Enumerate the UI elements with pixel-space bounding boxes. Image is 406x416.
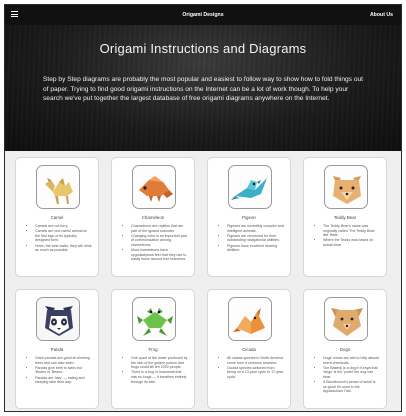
card-dogs[interactable]: Dogs Dogs' noses are wet to help absorb … — [303, 289, 387, 409]
teddy-bear-icon[interactable] — [324, 165, 368, 209]
chameleon-icon[interactable] — [132, 165, 176, 209]
hero-banner: Origami Instructions and Diagrams Step b… — [5, 25, 401, 151]
card-title: Teddy Bear — [333, 215, 357, 220]
fact-item: Most chameleons have zygodactylous feet … — [131, 248, 188, 262]
card-camel[interactable]: Camel Camels are not furry. Camels are o… — [15, 157, 99, 277]
fact-item: There is a frog in Indonesia that has no… — [131, 370, 188, 384]
card-frog[interactable]: Frog One quart of the water produced by … — [111, 289, 195, 409]
fact-item: Dogs' noses are wet to help absorb scent… — [323, 356, 380, 365]
fact-item: Pigeons are renowned for their outstandi… — [227, 234, 284, 243]
fact-item: Hmm, the best water, they will drink as … — [35, 244, 92, 253]
card-title: Chameleon — [141, 215, 165, 220]
fact-item: The Teddy Bear's name was originally cal… — [323, 224, 380, 238]
fact-item: Giant pandas are good at climbing trees … — [35, 356, 92, 365]
fact-item: Changing color is an important part of c… — [131, 234, 188, 248]
fact-item: Chameleons are reptiles that are part of… — [131, 224, 188, 233]
fact-item: Where the Teddy was based on actual bear… — [323, 238, 380, 247]
card-facts: Camels are not furry. Camels are one use… — [30, 224, 92, 253]
frog-icon[interactable] — [132, 297, 176, 341]
top-navigation-bar: Origami Designs About Us — [5, 5, 401, 25]
fact-item: Pigeons are incredibly complex and intel… — [227, 224, 284, 233]
card-title: Frog — [148, 347, 158, 352]
card-title: Camel — [50, 215, 64, 220]
site-brand[interactable]: Origami Designs — [5, 12, 401, 18]
card-chameleon[interactable]: Chameleon Chameleons are reptiles that a… — [111, 157, 195, 277]
fact-item: A Bloodhound's sense of smell is so good… — [323, 380, 380, 394]
about-us-link[interactable]: About Us — [370, 12, 393, 18]
card-facts: The Teddy Bear's name was originally cal… — [318, 224, 380, 248]
fact-item: Camels are one useful animal at the firs… — [35, 229, 92, 243]
card-title: Pigeon — [242, 215, 256, 220]
page-frame: Origami Designs About Us Origami Instruc… — [4, 4, 402, 412]
card-teddy-bear[interactable]: Teddy Bear The Teddy Bear's name was ori… — [303, 157, 387, 277]
fact-item: Pandas are 'lazy' — eating and sleeping … — [35, 376, 92, 385]
card-facts: Pigeons are incredibly complex and intel… — [222, 224, 284, 253]
card-title: Dogs — [339, 347, 351, 352]
fact-item: Camels are not furry. — [35, 224, 92, 229]
card-pigeon[interactable]: Pigeon Pigeons are incredibly complex an… — [207, 157, 291, 277]
fact-item: Cicada species switched from being on a … — [227, 366, 284, 380]
card-facts: Chameleons are reptiles that are part of… — [126, 224, 188, 263]
diagram-card-grid: Camel Camels are not furry. Camels are o… — [15, 157, 391, 409]
camel-icon[interactable] — [36, 165, 80, 209]
card-title: Cicada — [242, 347, 256, 352]
card-cicada[interactable]: Cicada All cicada species in North Ameri… — [207, 289, 291, 409]
dog-icon[interactable] — [324, 297, 368, 341]
fact-item: Pigeons have excellent hearing abilities… — [227, 244, 284, 253]
fact-item: All cicada species in North America come… — [227, 356, 284, 365]
cicada-icon[interactable] — [228, 297, 272, 341]
intro-paragraph: Step by Step diagrams are probably the m… — [43, 76, 363, 103]
page-title: Origami Instructions and Diagrams — [99, 41, 307, 56]
card-title: Panda — [50, 347, 64, 352]
panda-icon[interactable] — [36, 297, 80, 341]
card-facts: Dogs' noses are wet to help absorb scent… — [318, 356, 380, 395]
fact-item: One quart of the water produced by the s… — [131, 356, 188, 370]
fact-item: The Basenji is a dog in Kenya that 'sing… — [323, 366, 380, 380]
card-facts: All cicada species in North America come… — [222, 356, 284, 380]
pigeon-icon[interactable] — [228, 165, 272, 209]
fact-item: Pandas give birth to twins but 'Beans' i… — [35, 366, 92, 375]
card-facts: Giant pandas are good at climbing trees … — [30, 356, 92, 385]
card-facts: One quart of the water produced by the s… — [126, 356, 188, 385]
card-panda[interactable]: Panda Giant pandas are good at climbing … — [15, 289, 99, 409]
